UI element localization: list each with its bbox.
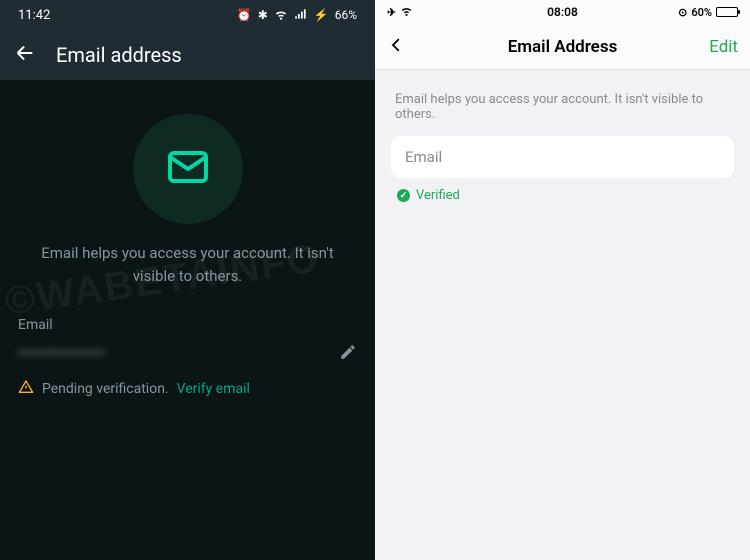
android-header: Email address [0, 30, 375, 80]
alarm-icon: ⏰ [237, 8, 252, 22]
verification-status-row: Pending verification. Verify email [0, 379, 375, 399]
ios-header: Email Address Edit [375, 24, 750, 70]
email-field-label: Email [405, 148, 442, 166]
charging-icon: ⚡ [314, 8, 329, 22]
pending-text: Pending verification. [42, 381, 169, 397]
signal-icon [294, 7, 308, 24]
warning-icon [18, 379, 34, 399]
status-left-icons: ✈ [387, 4, 413, 20]
bluetooth-icon: ✱ [258, 8, 268, 22]
status-right-icons: ⊙ 60% [678, 6, 738, 19]
ios-pane: ✈ 08:08 ⊙ 60% Email Address Edit Email h… [375, 0, 750, 560]
description-text: Email helps you access your account. It … [375, 70, 750, 136]
ios-statusbar: ✈ 08:08 ⊙ 60% [375, 0, 750, 24]
verified-label: Verified [416, 188, 460, 203]
check-icon: ✓ [397, 189, 410, 202]
status-time: 11:42 [18, 8, 50, 23]
android-statusbar: 11:42 ⏰ ✱ ⚡ 66% [0, 0, 375, 30]
airplane-icon: ✈ [387, 6, 396, 19]
status-time: 08:08 [547, 5, 578, 19]
verify-email-link[interactable]: Verify email [177, 381, 250, 397]
page-title: Email address [56, 43, 182, 67]
page-title: Email Address [508, 37, 618, 57]
rotation-lock-icon: ⊙ [678, 6, 687, 19]
wifi-icon [274, 7, 288, 24]
status-icons: ⏰ ✱ ⚡ 66% [237, 7, 357, 24]
android-pane: 11:42 ⏰ ✱ ⚡ 66% Email address Email help… [0, 0, 375, 560]
email-row: •••••••••••••• [0, 333, 375, 373]
edit-button[interactable]: Edit [709, 37, 738, 57]
edit-email-button[interactable] [339, 343, 357, 365]
email-field[interactable]: Email [391, 136, 734, 178]
mail-icon [164, 143, 212, 195]
email-value: •••••••••••••• [18, 344, 105, 364]
battery-icon [716, 7, 738, 17]
back-button[interactable] [387, 36, 405, 58]
description-text: Email helps you access your account. It … [0, 242, 375, 287]
battery-text: 60% [691, 6, 712, 19]
email-field-label: Email [0, 317, 375, 333]
email-hero-circle [133, 114, 243, 224]
wifi-icon [400, 4, 413, 20]
verified-status-row: ✓ Verified [375, 178, 750, 213]
battery-text: 66% [335, 8, 357, 22]
back-button[interactable] [14, 42, 36, 68]
